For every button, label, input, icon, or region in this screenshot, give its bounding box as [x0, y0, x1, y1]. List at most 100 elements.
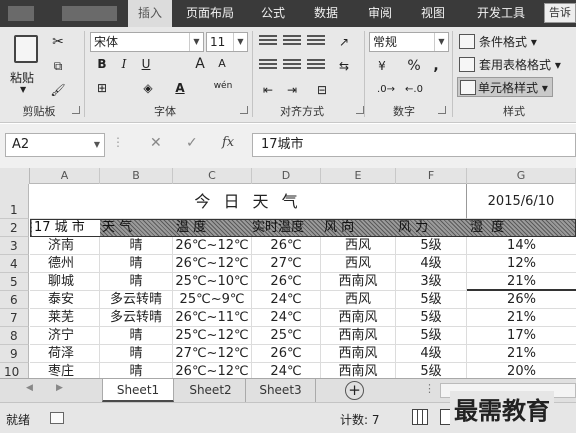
paste-button[interactable]: 粘贴 ▼ — [8, 33, 44, 97]
cell-temp-range[interactable]: 25℃~12℃ — [173, 327, 252, 345]
cell-temp-range[interactable]: 26℃~12℃ — [173, 255, 252, 273]
tab-page-layout[interactable]: 页面布局 — [176, 0, 244, 27]
merge-center-icon[interactable]: ⊟ — [312, 81, 332, 99]
align-middle-icon[interactable] — [282, 33, 302, 51]
cell-wind-force[interactable]: 5级 — [396, 363, 467, 378]
date-cell[interactable]: 2015/6/10 — [467, 184, 576, 219]
tab-insert[interactable]: 插入 — [128, 0, 172, 27]
cancel-icon[interactable]: ✕ — [150, 135, 162, 151]
column-header-d[interactable]: D — [252, 168, 321, 184]
cell-temp-range[interactable]: 26℃~12℃ — [173, 237, 252, 255]
wrap-text-icon[interactable]: ⇆ — [334, 57, 354, 75]
cell-wind-force[interactable]: 3级 — [396, 273, 467, 291]
header-cell-temperature[interactable]: 温 度 — [176, 220, 252, 236]
header-cell-city[interactable]: 17 城 市 — [32, 220, 100, 236]
font-color-button[interactable]: A — [170, 79, 190, 97]
font-launcher-icon[interactable] — [240, 106, 248, 114]
cell-temp-range[interactable]: 25℃~9℃ — [173, 291, 252, 309]
copy-icon[interactable]: ⧉ — [48, 57, 68, 75]
cell-styles-button[interactable]: 单元格样式 ▾ — [457, 77, 553, 97]
italic-button[interactable]: I — [114, 55, 134, 73]
cell-weather[interactable]: 晴 — [100, 345, 173, 363]
cell-realtime-temp[interactable]: 24℃ — [252, 363, 321, 378]
formula-input[interactable]: 17城市 — [252, 133, 576, 157]
grow-font-button[interactable]: A — [190, 55, 210, 73]
insert-function-icon[interactable]: fx — [222, 135, 234, 150]
cell-wind-force[interactable]: 5级 — [396, 291, 467, 309]
add-sheet-button[interactable]: + — [345, 381, 364, 400]
tab-view[interactable]: 视图 — [410, 0, 456, 27]
row-header[interactable]: 6 — [0, 291, 29, 309]
align-right-icon[interactable] — [306, 57, 326, 75]
sheet-tab-sheet1[interactable]: Sheet1 — [102, 379, 174, 402]
tell-me-box[interactable]: 告诉 — [544, 3, 576, 23]
cell-temp-range[interactable]: 26℃~11℃ — [173, 309, 252, 327]
header-cell-wind-dir[interactable]: 风 向 — [324, 220, 396, 236]
cell-weather[interactable]: 晴 — [100, 237, 173, 255]
column-header-f[interactable]: F — [396, 168, 467, 184]
cell-humidity[interactable]: 20% — [467, 363, 576, 378]
borders-icon[interactable]: ⊞ — [92, 79, 112, 97]
spreadsheet-grid[interactable]: A B C D E F G 1 2 3 4 5 6 7 8 9 10 今 日 天… — [0, 168, 576, 378]
comma-button[interactable]: , — [426, 57, 446, 75]
tab-review[interactable]: 审阅 — [357, 0, 403, 27]
cell-realtime-temp[interactable]: 25℃ — [252, 327, 321, 345]
more-sheets-icon[interactable]: ⋮ — [424, 382, 435, 395]
cell-realtime-temp[interactable]: 27℃ — [252, 255, 321, 273]
currency-icon[interactable]: ¥ — [372, 57, 392, 75]
phonetic-button[interactable]: wén — [210, 77, 236, 95]
column-header-e[interactable]: E — [321, 168, 396, 184]
row-header[interactable]: 2 — [0, 219, 29, 237]
cell-weather[interactable]: 晴 — [100, 363, 173, 378]
bold-button[interactable]: B — [92, 55, 112, 73]
row-header[interactable]: 1 — [0, 184, 29, 219]
increase-decimal-icon[interactable]: .0→ — [376, 81, 396, 99]
cell-wind-force[interactable]: 5级 — [396, 309, 467, 327]
cell-weather[interactable]: 多云转晴 — [100, 291, 173, 309]
percent-button[interactable]: % — [404, 57, 424, 75]
enter-icon[interactable]: ✓ — [186, 135, 198, 151]
cell-city[interactable]: 济宁 — [30, 327, 100, 345]
column-header-a[interactable]: A — [30, 168, 100, 184]
select-all-corner[interactable] — [0, 168, 30, 184]
cell-temp-range[interactable]: 25℃~10℃ — [173, 273, 252, 291]
cell-humidity[interactable]: 17% — [467, 327, 576, 345]
cell-city[interactable]: 荷泽 — [30, 345, 100, 363]
font-size-combo[interactable]: 11 ▼ — [206, 32, 248, 52]
cell-city[interactable]: 莱芜 — [30, 309, 100, 327]
cell-wind-direction[interactable]: 西南风 — [321, 363, 396, 378]
increase-indent-icon[interactable]: ⇥ — [282, 81, 302, 99]
cell-city[interactable]: 枣庄 — [30, 363, 100, 378]
sheet-tab-sheet3[interactable]: Sheet3 — [246, 379, 316, 402]
cell-wind-force[interactable]: 4级 — [396, 345, 467, 363]
cell-humidity[interactable]: 21% — [467, 273, 576, 291]
cell-city[interactable]: 聊城 — [30, 273, 100, 291]
cell-realtime-temp[interactable]: 26℃ — [252, 237, 321, 255]
cell-wind-force[interactable]: 5级 — [396, 237, 467, 255]
cell-wind-direction[interactable]: 西风 — [321, 237, 396, 255]
scroll-right-icon[interactable]: ▶ — [56, 383, 63, 393]
cell-realtime-temp[interactable]: 24℃ — [252, 309, 321, 327]
row-header[interactable]: 3 — [0, 237, 29, 255]
cell-realtime-temp[interactable]: 26℃ — [252, 273, 321, 291]
header-cell-realtime[interactable]: 实时温度 — [252, 220, 321, 236]
font-name-combo[interactable]: 宋体 ▼ — [90, 32, 204, 52]
row-header[interactable]: 8 — [0, 327, 29, 345]
column-header-b[interactable]: B — [100, 168, 173, 184]
conditional-format-button[interactable]: 条件格式 ▾ — [459, 32, 537, 52]
cell-weather[interactable]: 晴 — [100, 255, 173, 273]
macro-record-icon[interactable] — [50, 412, 64, 424]
cell-wind-direction[interactable]: 西风 — [321, 255, 396, 273]
format-as-table-button[interactable]: 套用表格格式 ▾ — [459, 55, 561, 75]
clipboard-launcher-icon[interactable] — [72, 106, 80, 114]
normal-view-icon[interactable] — [412, 409, 428, 425]
cell-temp-range[interactable]: 26℃~12℃ — [173, 363, 252, 378]
tab-formulas[interactable]: 公式 — [250, 0, 296, 27]
name-box[interactable]: A2 ▼ — [5, 133, 105, 157]
cell-wind-direction[interactable]: 西南风 — [321, 273, 396, 291]
cell-realtime-temp[interactable]: 24℃ — [252, 291, 321, 309]
row-header[interactable]: 10 — [0, 363, 29, 378]
cell-city[interactable]: 德州 — [30, 255, 100, 273]
row-header[interactable]: 4 — [0, 255, 29, 273]
cell-wind-direction[interactable]: 西南风 — [321, 309, 396, 327]
